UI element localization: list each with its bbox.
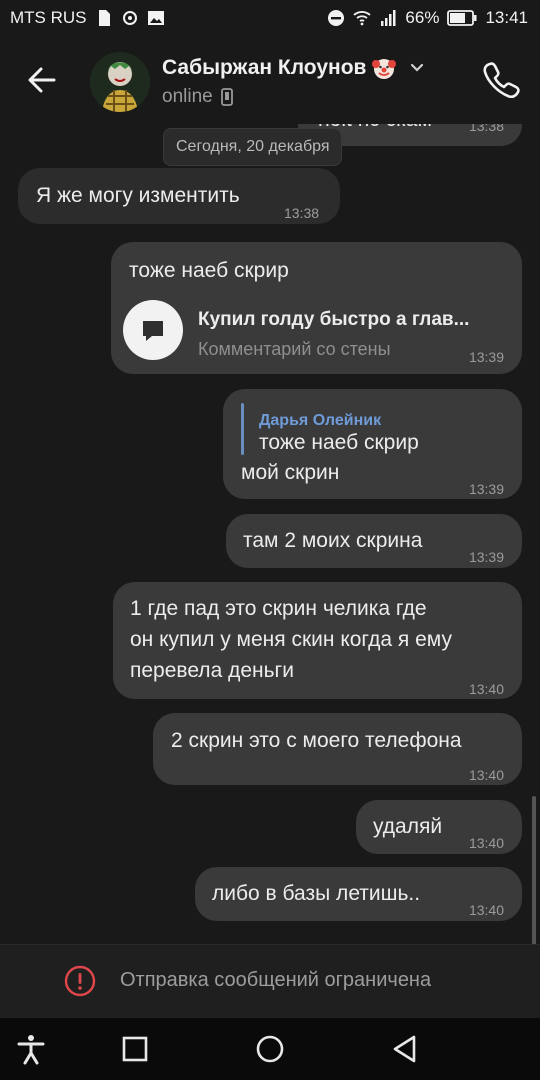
restriction-banner: Отправка сообщений ограничена	[0, 944, 540, 1019]
message-bubble[interactable]: Дарья Олейник тоже наеб скрир мой скрин …	[223, 389, 522, 499]
contact-name: Сабыржан Клоунов	[162, 56, 367, 79]
avatar[interactable]	[90, 52, 150, 112]
message-list[interactable]: nolt нс скам 13:38 Сегодня, 20 декабря Я…	[0, 124, 540, 944]
circle-icon[interactable]	[253, 1032, 287, 1066]
message-bubble[interactable]: Я же могу изментить 13:38	[18, 168, 340, 224]
message-bubble[interactable]: 1 где пад это скрин челика где он купил …	[113, 582, 522, 699]
message-time: 13:40	[468, 902, 504, 918]
clown-emoji-icon	[372, 59, 397, 79]
carrier-label: MTS RUS	[10, 8, 87, 27]
message-bubble[interactable]: либо в базы летишь.. 13:40	[195, 867, 522, 921]
message-time: 13:40	[468, 681, 504, 697]
contact-name-row[interactable]: Сабыржан Клоунов	[162, 56, 426, 80]
avatar-image	[90, 52, 150, 112]
battery-icon	[447, 10, 477, 26]
phone-icon[interactable]	[480, 58, 520, 98]
mobile-device-icon	[220, 88, 233, 106]
message-bubble[interactable]: удаляй 13:40	[356, 800, 522, 854]
reply-text: тоже наеб скрир	[259, 431, 419, 454]
restriction-text: Отправка сообщений ограничена	[120, 969, 432, 991]
message-time: 13:39	[468, 349, 504, 365]
message-line: перевела деньги	[130, 659, 294, 682]
message-text: там 2 моих скрина	[243, 529, 423, 552]
sim-card-icon	[98, 10, 110, 26]
message-time: 13:38	[284, 205, 320, 221]
clock: 13:41	[485, 8, 528, 27]
scrollbar[interactable]	[532, 796, 536, 944]
message-time: 13:40	[468, 767, 504, 783]
attachment-title[interactable]: Купил голду быстро а глав...	[198, 304, 508, 335]
image-icon	[147, 11, 164, 25]
battery-percent: 66%	[405, 8, 440, 27]
message-bubble[interactable]: там 2 моих скрина 13:39	[226, 514, 522, 568]
reply-indicator	[241, 403, 244, 455]
message-text: удаляй	[373, 815, 443, 838]
wifi-icon	[353, 11, 372, 26]
square-icon[interactable]	[118, 1032, 152, 1066]
comment-attachment[interactable]	[123, 300, 183, 360]
message-line: 1 где пад это скрин челика где	[130, 597, 427, 620]
attachment-subtitle: Комментарий со стены	[198, 339, 391, 359]
signal-icon	[381, 10, 396, 26]
message-text: тоже наеб скрир	[129, 259, 289, 282]
dnd-icon	[328, 10, 345, 26]
message-line: он купил у меня скин когда я ему	[130, 628, 452, 651]
message-bubble[interactable]: тоже наеб скрир Купил голду быстро а гла…	[111, 242, 522, 374]
chevron-down-icon[interactable]	[408, 59, 426, 77]
arrow-left-icon[interactable]	[22, 60, 62, 100]
triangle-back-icon[interactable]	[388, 1032, 422, 1066]
message-text: 2 скрин это с моего телефона	[171, 729, 462, 752]
message-time: 13:40	[468, 835, 504, 851]
chat-header: Сабыржан Клоунов online	[0, 36, 540, 124]
status-text: online	[162, 86, 213, 107]
date-separator: Сегодня, 20 декабря	[163, 128, 343, 166]
message-text: Я же могу изментить	[36, 184, 240, 207]
nfc-icon	[122, 11, 137, 25]
system-nav-bar	[0, 1018, 540, 1080]
message-time: 13:39	[468, 549, 504, 565]
message-bubble[interactable]: 2 скрин это с моего телефона 13:40	[153, 713, 522, 785]
message-time: 13:39	[468, 481, 504, 497]
message-text: либо в базы летишь..	[212, 882, 421, 905]
comment-icon	[143, 321, 163, 341]
online-status: online	[162, 86, 233, 108]
message-time: 13:38	[468, 124, 504, 134]
status-bar: MTS RUS 66% 13:41	[0, 0, 540, 36]
message-text: мой скрин	[241, 461, 340, 484]
accessibility-icon[interactable]	[14, 1032, 48, 1066]
warning-icon	[64, 965, 96, 997]
